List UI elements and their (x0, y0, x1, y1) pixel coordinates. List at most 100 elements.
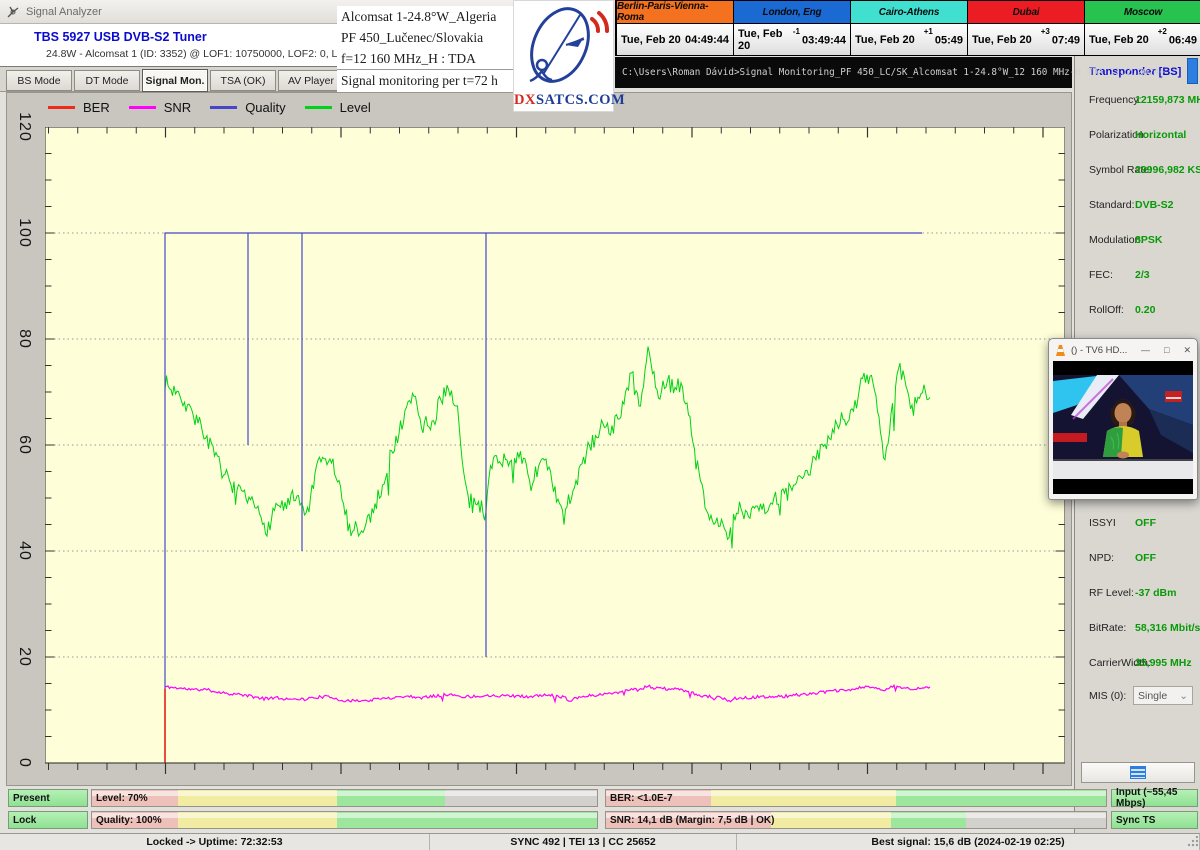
tv-title: () - TV6 HD... (1071, 345, 1127, 356)
clock-offset: -1 (793, 27, 800, 36)
bar-shine (92, 813, 597, 818)
transponder-field: Polarization:Horizontal (1075, 119, 1200, 154)
vlc-cone-icon (1055, 344, 1066, 357)
maximize-icon[interactable]: □ (1164, 345, 1169, 356)
clock-offset: +1 (924, 27, 933, 36)
legend-line-sample (129, 106, 156, 109)
field-value: 35,995 MHz (1135, 657, 1192, 669)
clock-hm: -103:49:44 (793, 32, 846, 47)
legend-line-sample (210, 106, 237, 109)
tv-titlebar[interactable]: () - TV6 HD... — □ ✕ (1049, 339, 1197, 361)
logo-text: DXSATCS.COM (514, 92, 613, 109)
y-tick-label: 60 (17, 428, 33, 462)
app-icon (6, 5, 20, 19)
console-box: C:\Users\Roman Dávid>Signal Monitoring_P… (615, 57, 1072, 88)
annotation-line: f=12 160 MHz_H : TDA (337, 48, 513, 70)
y-tick-label: 0 (17, 746, 33, 780)
tab-tsa-ok-[interactable]: TSA (OK) (210, 70, 276, 91)
y-tick-label: 120 (17, 110, 33, 144)
transponder-field: BitRate:58,316 Mbit/s (1075, 612, 1200, 647)
clock-city: Cairo-Athens (851, 1, 967, 24)
bar-label: Quality: 100% (96, 812, 162, 828)
tuner-name: TBS 5927 USB DVB-S2 Tuner (34, 30, 207, 44)
field-value: 0.20 (1135, 304, 1155, 316)
clock-time: Tue, Feb 20+307:49 (968, 24, 1084, 55)
clock-cell: Berlin-Paris-Vienna-RomaTue, Feb 2004:49… (616, 1, 733, 55)
field-value: 58,316 Mbit/s (1135, 622, 1200, 634)
y-tick-label: 40 (17, 534, 33, 568)
field-label: NPD: (1089, 552, 1114, 564)
snr-bar: SNR: 14,1 dB (Margin: 7,5 dB | OK) (605, 811, 1107, 829)
status-section: SYNC 492 | TEI 13 | CC 25652 (430, 834, 737, 850)
transponder-field: RollOff: 0.20 (1075, 294, 1200, 329)
field-label: RollOff: (1089, 304, 1124, 316)
satellite-dish-icon (514, 1, 613, 91)
minimize-icon[interactable]: — (1141, 345, 1150, 356)
news-studio-scene (1053, 375, 1193, 479)
legend-line-sample (305, 106, 332, 109)
annotation-line: PF 450_Lučenec/Slovakia (337, 27, 513, 48)
y-tick-label: 100 (17, 216, 33, 250)
annotation-overlay: Alcomsat 1-24.8°W_Algeria PF 450_Lučenec… (337, 6, 513, 92)
transponder-field: FEC:2/3 (1075, 259, 1200, 294)
clock-value: 07:49 (1052, 35, 1080, 47)
field-value: 12159,873 MHz (1135, 94, 1200, 106)
clock-cell: Cairo-AthensTue, Feb 20+105:49 (850, 1, 967, 55)
annotation-line: Signal monitoring per t=72 h (337, 70, 513, 91)
tab-signal-mon-[interactable]: Signal Mon. (142, 69, 208, 92)
legend-item-quality: Quality (210, 100, 285, 115)
close-icon[interactable]: ✕ (1183, 345, 1191, 356)
legend-line-sample (48, 106, 75, 109)
clock-offset: +2 (1158, 27, 1167, 36)
field-value: -37 dBm (1135, 587, 1176, 599)
legend-label: BER (83, 100, 110, 115)
field-value: 29996,982 KS/s (1135, 164, 1200, 176)
field-value: DVB-S2 (1135, 199, 1174, 211)
field-label: Frequency: (1089, 94, 1142, 106)
tab-bs-mode[interactable]: BS Mode (6, 70, 72, 91)
status-section: Locked -> Uptime: 72:32:53 (0, 834, 430, 850)
mis-value: Single (1138, 690, 1167, 702)
transponder-field: Standard:DVB-S2 (1075, 189, 1200, 224)
clock-value: 03:49:44 (802, 35, 846, 47)
console-text: C:\Users\Roman Dávid>Signal Monitoring_P… (615, 67, 1165, 78)
transponder-scroll-thumb[interactable] (1187, 58, 1198, 84)
window-title: Signal Analyzer (26, 6, 102, 18)
clock-date: Tue, Feb 20 (738, 28, 793, 52)
status-bar: Locked -> Uptime: 72:32:53SYNC 492 | TEI… (0, 833, 1200, 850)
clock-date: Tue, Feb 20 (855, 34, 915, 46)
bar-shine (606, 791, 1106, 796)
bar-shine (92, 791, 597, 796)
tv-player-window: () - TV6 HD... — □ ✕ (1048, 338, 1198, 500)
transponder-list-button[interactable] (1081, 762, 1195, 783)
bar-label: BER: <1.0E-7 (610, 790, 673, 806)
clock-date: Tue, Feb 20 (972, 34, 1032, 46)
clock-city: Dubai (968, 1, 1084, 24)
field-value: Horizontal (1135, 129, 1186, 141)
legend-item-ber: BER (48, 100, 110, 115)
field-value: OFF (1135, 552, 1156, 564)
transponder-field: NPD: OFF (1075, 542, 1200, 577)
input-badge: Input (~55,45 Mbps) (1111, 789, 1198, 807)
transponder-fields-top: Frequency:12159,873 MHzPolarization:Hori… (1075, 84, 1200, 329)
mis-dropdown[interactable]: Single ⌄ (1133, 686, 1193, 705)
tv-video-area[interactable] (1053, 361, 1193, 494)
clock-time: Tue, Feb 20-103:49:44 (734, 24, 850, 55)
level-bar: Level: 70% (91, 789, 598, 807)
transponder-fields-bottom: ISSYIOFFNPD:OFFRF Level:-37 dBmBitRate:5… (1075, 507, 1200, 682)
tuner-info: 24.8W - Alcomsat 1 (ID: 3352) @ LOF1: 10… (46, 48, 380, 60)
transponder-field: Frequency:12159,873 MHz (1075, 84, 1200, 119)
tab-av-player[interactable]: AV Player (278, 70, 344, 91)
legend-label: SNR (164, 100, 191, 115)
field-label: Standard: (1089, 199, 1135, 211)
clock-cell: London, EngTue, Feb 20-103:49:44 (733, 1, 850, 55)
clock-time: Tue, Feb 20+206:49 (1085, 24, 1200, 55)
annotation-line: Alcomsat 1-24.8°W_Algeria (337, 6, 513, 27)
clock-date: Tue, Feb 20 (621, 34, 681, 46)
status-section: Best signal: 15,6 dB (2024-02-19 02:25) (737, 834, 1200, 850)
legend-label: Quality (245, 100, 285, 115)
clock-city: London, Eng (734, 1, 850, 24)
tab-dt-mode[interactable]: DT Mode (74, 70, 140, 91)
resize-grip[interactable] (1186, 836, 1198, 848)
lock-badge: Lock (8, 811, 88, 829)
